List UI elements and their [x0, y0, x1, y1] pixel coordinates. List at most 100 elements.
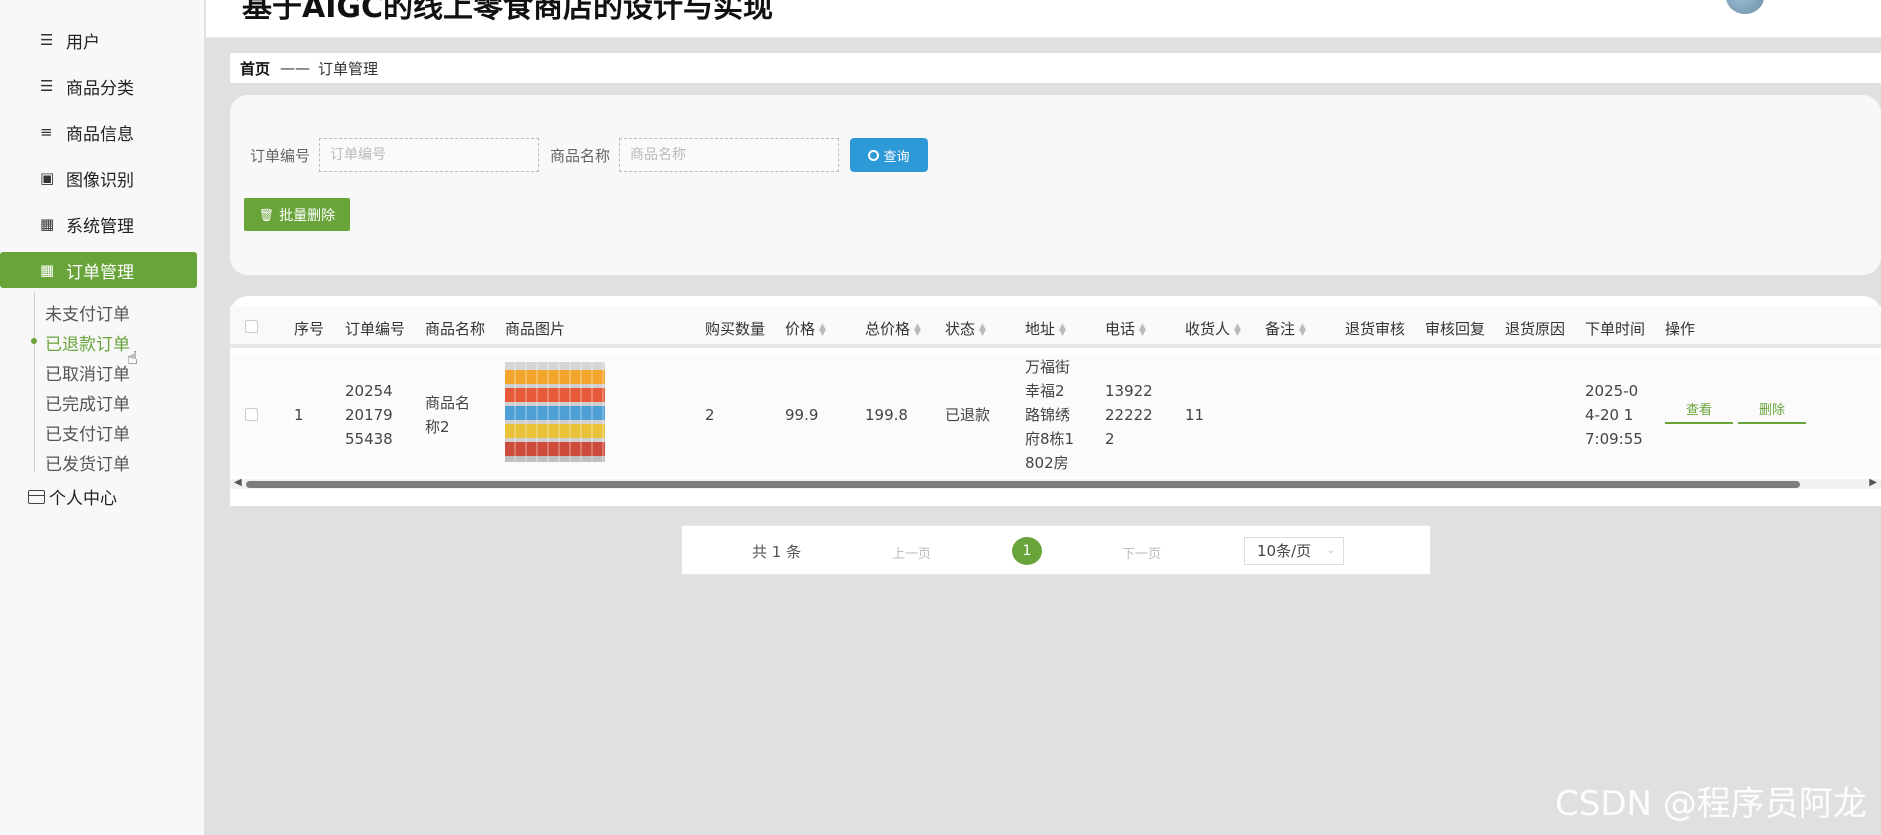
delete-button[interactable]: 删除 [1738, 399, 1806, 424]
horizontal-scrollbar[interactable]: ◀ ▶ [230, 477, 1881, 489]
col-receiver[interactable]: 收货人 ▲ ▼ [1185, 318, 1241, 339]
col-return-reason: 退货原因 [1505, 320, 1566, 338]
sidebar-item-product-category[interactable]: ☰ 商品分类 [0, 68, 197, 104]
table-row: 1 20254 20179 55438 商品名 称2 2 99.9 199.8 … [230, 354, 1881, 476]
col-status[interactable]: 状态 ▲ ▼ [945, 318, 986, 339]
sidebar-item-label: 商品分类 [66, 78, 134, 99]
cell-text: 20179 [345, 406, 393, 424]
cell-text: 幸福2 [1025, 382, 1065, 400]
avatar[interactable] [1726, 0, 1764, 14]
sidebar-item-label: 系统管理 [66, 216, 134, 237]
sidebar-item-system-management[interactable]: ▦ 系统管理 [0, 206, 197, 242]
next-page-button[interactable]: 下一页 [1122, 543, 1161, 562]
order-table: 序号 订单编号 商品名称 商品图片 购买数量 价格 ▲ ▼ 总价格 ▲ ▼ 状态 ▲ ▼ 地… [230, 296, 1881, 506]
col-price[interactable]: 价格 ▲ ▼ [785, 318, 826, 339]
col-order-time: 下单时间 [1585, 320, 1646, 338]
cell-text: 7:09:55 [1585, 430, 1643, 448]
search-panel: 订单编号 商品名称 查询 🗑 批量删除 [230, 95, 1881, 275]
order-no-label: 订单编号 [250, 147, 311, 165]
sort-icon: ▲ ▼ [819, 321, 826, 338]
page-title: 基于AIGC的线上零食商店的设计与实现 [242, 0, 774, 25]
col-remark-label: 备注 [1265, 320, 1296, 338]
col-index: 序号 [294, 320, 325, 338]
col-product-name: 商品名称 [425, 320, 486, 338]
bulk-delete-label: 批量删除 [279, 207, 336, 224]
col-status-label: 状态 [945, 320, 976, 338]
breadcrumb-home[interactable]: 首页 [240, 58, 270, 79]
cell-text: 万福街 [1025, 358, 1071, 376]
sort-icon: ▲ ▼ [1059, 321, 1066, 338]
select-all-checkbox[interactable] [245, 320, 258, 333]
sidebar-item-image-recognition[interactable]: ▣ 图像识别 [0, 160, 197, 196]
cell-text: 2025-0 [1585, 382, 1639, 400]
page-size-select[interactable]: 10条/页 ⌄ [1244, 537, 1344, 565]
header: 基于AIGC的线上零食商店的设计与实现 [206, 0, 1881, 38]
grid-icon: ▦ [40, 215, 55, 233]
product-name-label: 商品名称 [550, 147, 611, 165]
col-review-reply: 审核回复 [1425, 320, 1486, 338]
scrollbar-thumb[interactable] [246, 481, 1800, 488]
current-page-button[interactable]: 1 [1012, 537, 1042, 565]
sliders-icon: ≡ [40, 123, 53, 141]
submenu-refunded-orders[interactable]: 已退款订单 [45, 330, 195, 355]
trash-icon: 🗑 [258, 207, 275, 222]
hand-cursor-icon: ☝ [127, 348, 138, 369]
table-header-row: 序号 订单编号 商品名称 商品图片 购买数量 价格 ▲ ▼ 总价格 ▲ ▼ 状态 ▲ ▼ 地… [230, 306, 1881, 348]
grid-icon: ▦ [40, 261, 55, 279]
prev-page-button[interactable]: 上一页 [892, 543, 931, 562]
query-button-label: 查询 [883, 149, 910, 165]
sidebar-item-label: 个人中心 [49, 489, 117, 509]
scroll-right-icon[interactable]: ▶ [1869, 477, 1877, 488]
search-icon [868, 149, 880, 161]
sort-icon: ▲ ▼ [1299, 321, 1306, 338]
printer-icon: ▣ [40, 169, 55, 187]
col-product-image: 商品图片 [505, 320, 566, 338]
bulk-delete-button[interactable]: 🗑 批量删除 [244, 198, 350, 231]
col-receiver-label: 收货人 [1185, 320, 1231, 338]
submenu-shipped-orders[interactable]: 已发货订单 [45, 450, 195, 475]
cell-order-time: 2025-0 4-20 1 7:09:55 [1585, 379, 1643, 451]
cell-text: 4-20 1 [1585, 406, 1634, 424]
col-remark[interactable]: 备注 ▲ ▼ [1265, 318, 1306, 339]
col-actions: 操作 [1665, 320, 1696, 338]
breadcrumb: 首页 —— 订单管理 [230, 53, 1881, 83]
cell-price: 99.9 [785, 406, 819, 424]
category-list-icon: ☰ [40, 77, 54, 95]
watermark: CSDN @程序员阿龙 [1555, 784, 1867, 824]
scroll-left-icon[interactable]: ◀ [234, 477, 242, 488]
sort-icon: ▲ ▼ [979, 321, 986, 338]
sidebar-item-label: 图像识别 [66, 170, 134, 191]
card-icon [28, 489, 45, 504]
sidebar-item-order-management[interactable]: ▦ 订单管理 [0, 252, 197, 288]
col-order-no: 订单编号 [345, 320, 406, 338]
col-address[interactable]: 地址 ▲ ▼ [1025, 318, 1066, 339]
submenu-paid-orders[interactable]: 已支付订单 [45, 420, 195, 445]
sort-icon: ▲ ▼ [1234, 321, 1241, 338]
sidebar-item-personal-center[interactable]: 个人中心 [28, 484, 117, 509]
cell-text: 路锦绣 [1025, 406, 1071, 424]
submenu-unpaid-orders[interactable]: 未支付订单 [45, 300, 195, 325]
order-no-input[interactable] [319, 138, 539, 172]
cell-text: 13922 [1105, 382, 1153, 400]
sidebar-item-product-info[interactable]: ≡ 商品信息 [0, 114, 197, 150]
pagination: 共 1 条 上一页 1 下一页 10条/页 ⌄ [681, 525, 1431, 575]
sidebar-item-users[interactable]: ☰ 用户 [0, 22, 197, 58]
col-total[interactable]: 总价格 ▲ ▼ [865, 318, 921, 339]
view-button[interactable]: 查看 [1665, 399, 1733, 424]
col-address-label: 地址 [1025, 320, 1056, 338]
product-name-input[interactable] [619, 138, 839, 172]
cell-order-no: 20254 20179 55438 [345, 379, 393, 451]
cell-text: 称2 [425, 418, 450, 436]
cell-quantity: 2 [705, 406, 715, 424]
breadcrumb-current: 订单管理 [318, 59, 379, 78]
product-image[interactable] [505, 362, 605, 462]
cell-product-name: 商品名 称2 [425, 391, 470, 439]
cell-status: 已退款 [945, 406, 991, 424]
cell-text: 商品名 [425, 394, 471, 412]
col-phone[interactable]: 电话 ▲ ▼ [1105, 318, 1146, 339]
submenu-cancelled-orders[interactable]: 已取消订单 [45, 360, 195, 385]
sidebar-item-label: 商品信息 [66, 124, 134, 145]
query-button[interactable]: 查询 [850, 138, 928, 172]
row-checkbox[interactable] [245, 408, 258, 421]
submenu-completed-orders[interactable]: 已完成订单 [45, 390, 195, 415]
